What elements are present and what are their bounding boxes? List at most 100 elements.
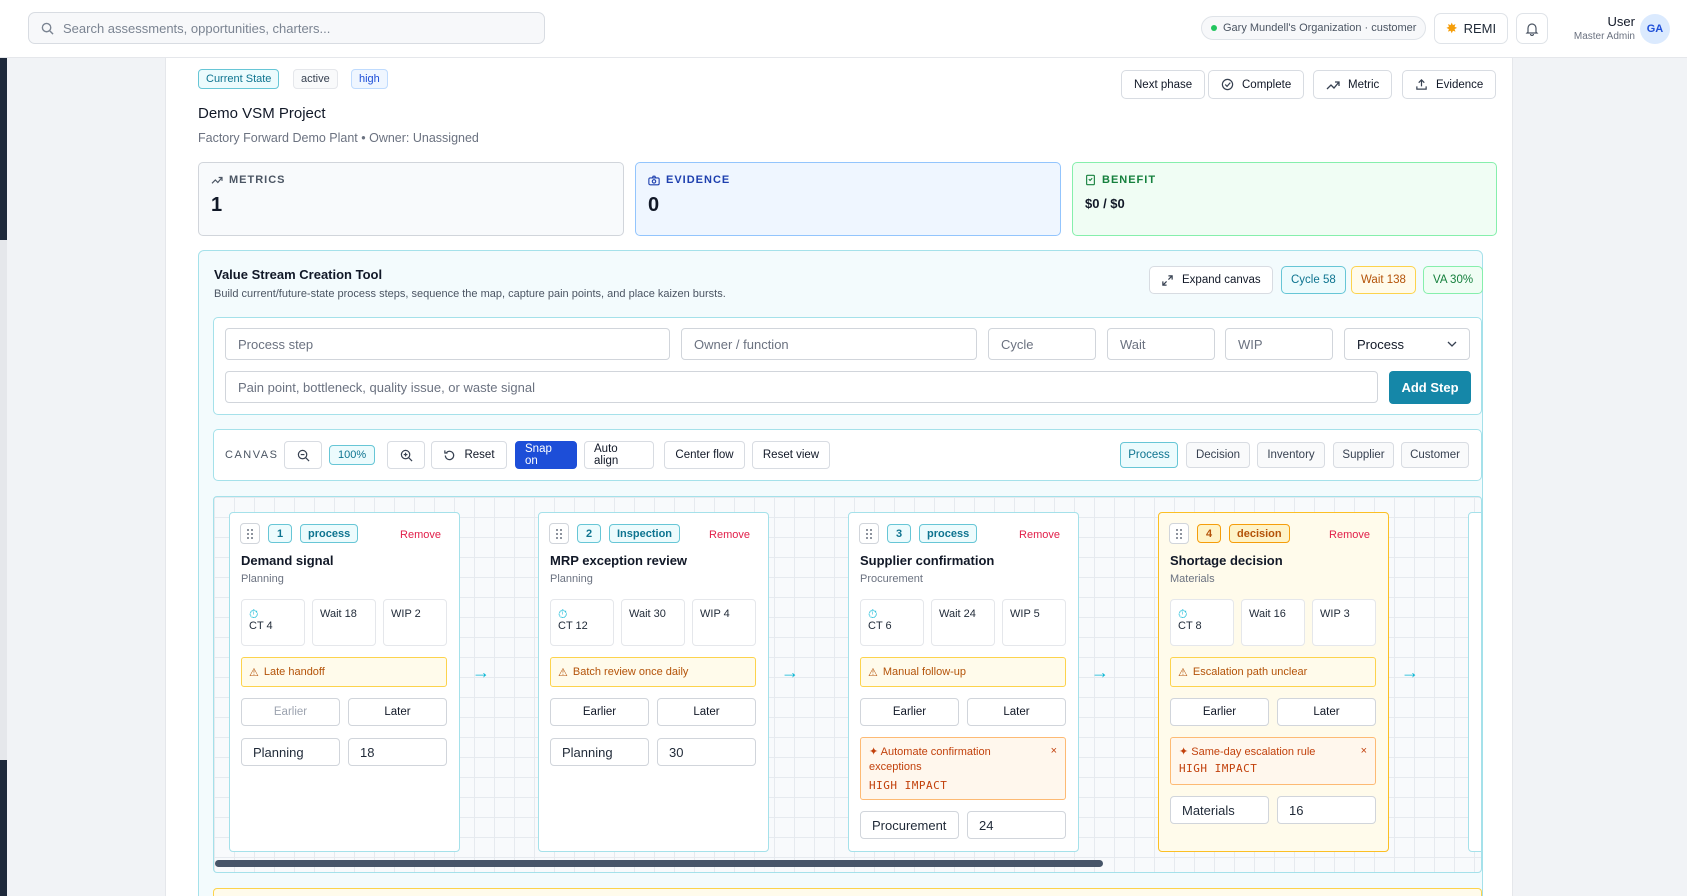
zoom-in-button[interactable] <box>387 441 425 469</box>
move-later-button[interactable]: Later <box>348 698 447 726</box>
process-step-card[interactable]: 3 process Remove Supplier confirmation P… <box>848 512 1079 852</box>
flow-arrow-icon: → <box>472 662 490 682</box>
owner-field[interactable]: Procurement <box>860 811 959 839</box>
avatar[interactable]: GA <box>1640 14 1670 44</box>
pain-point: ⚠ Late handoff <box>241 657 447 687</box>
move-earlier-button[interactable]: Earlier <box>1170 698 1269 726</box>
rotate-ccw-icon <box>444 449 455 460</box>
cycle-time-box: ⏱ CT 4 <box>241 599 305 646</box>
owner-field[interactable]: Planning <box>550 738 649 766</box>
add-step-button[interactable]: Add Step <box>1389 371 1471 404</box>
pain-point-input[interactable]: Pain point, bottleneck, quality issue, o… <box>225 371 1378 403</box>
zoom-out-button[interactable] <box>284 441 322 469</box>
complete-button[interactable]: Complete <box>1208 70 1305 99</box>
sparkle-icon: ✸ <box>1445 20 1458 36</box>
page-title: Demo VSM Project <box>198 105 326 122</box>
step-number: 1 <box>268 524 292 543</box>
type-inventory-button[interactable]: Inventory <box>1257 442 1325 468</box>
move-earlier-button[interactable]: Earlier <box>241 698 340 726</box>
horizontal-scrollbar[interactable] <box>215 860 1103 867</box>
auto-align-button[interactable]: Auto align <box>584 441 654 469</box>
reset-view-button[interactable]: Reset view <box>752 441 830 469</box>
search-input[interactable]: Search assessments, opportunities, chart… <box>28 12 545 44</box>
expand-canvas-button[interactable]: Expand canvas <box>1149 266 1273 294</box>
expand-icon <box>1162 274 1173 286</box>
wip-box: WIP 2 <box>383 599 447 646</box>
status-chip: active <box>293 69 338 89</box>
drag-handle-icon[interactable] <box>1169 523 1189 544</box>
process-step-card[interactable]: 1 process Remove Demand signal Planning … <box>229 512 460 852</box>
center-flow-button[interactable]: Center flow <box>664 441 745 469</box>
evidence-card[interactable]: EVIDENCE 0 <box>635 162 1061 236</box>
kaizen-text: ✦ Same-day escalation rule <box>1179 746 1316 758</box>
timer-icon: ⏱ <box>868 607 878 621</box>
wait-field[interactable]: 18 <box>348 738 447 766</box>
wait-field[interactable]: 30 <box>657 738 756 766</box>
benefit-card[interactable]: BENEFIT $0 / $0 <box>1072 162 1497 236</box>
cycle-time-value: CT 4 <box>249 620 273 632</box>
wait-field[interactable]: 16 <box>1277 796 1376 824</box>
type-supplier-button[interactable]: Supplier <box>1333 442 1394 468</box>
process-step-card[interactable]: 2 Inspection Remove MRP exception review… <box>538 512 769 852</box>
wip-box: WIP 4 <box>692 599 756 646</box>
wait-badge: Wait 138 <box>1351 266 1416 294</box>
reset-button[interactable]: Reset <box>431 441 507 469</box>
org-badge[interactable]: Gary Mundell's Organization · customer <box>1201 16 1427 40</box>
kaizen-burst[interactable]: × ✦ Same-day escalation rule HIGH IMPACT <box>1170 737 1376 785</box>
move-earlier-button[interactable]: Earlier <box>860 698 959 726</box>
remi-button[interactable]: ✸ REMI <box>1434 13 1508 44</box>
notifications-button[interactable] <box>1516 13 1548 44</box>
benefit-label: BENEFIT <box>1102 174 1157 186</box>
step-type-select[interactable]: Process <box>1344 328 1470 360</box>
timer-icon: ⏱ <box>558 607 568 621</box>
process-step-input[interactable]: Process step <box>225 328 670 360</box>
cycle-time-box: ⏱ CT 12 <box>550 599 614 646</box>
remove-button[interactable]: Remove <box>1019 529 1060 541</box>
evidence-button[interactable]: Evidence <box>1402 70 1497 99</box>
pain-point: ⚠ Manual follow-up <box>860 657 1066 687</box>
cycle-input[interactable]: Cycle <box>988 328 1096 360</box>
decision-step-card[interactable]: 4 decision Remove Shortage decision Mate… <box>1158 512 1389 852</box>
remove-button[interactable]: Remove <box>400 529 441 541</box>
step-number: 4 <box>1197 524 1221 543</box>
cycle-time-value: CT 8 <box>1178 620 1202 632</box>
remove-button[interactable]: Remove <box>709 529 750 541</box>
move-later-button[interactable]: Later <box>1277 698 1376 726</box>
step-type-badge: process <box>919 524 978 543</box>
wip-input[interactable]: WIP <box>1225 328 1333 360</box>
type-process-button[interactable]: Process <box>1120 442 1178 468</box>
metric-button[interactable]: Metric <box>1313 70 1393 99</box>
drag-handle-icon[interactable] <box>859 523 879 544</box>
process-step-card[interactable] <box>1468 512 1481 852</box>
owner-input[interactable]: Owner / function <box>681 328 977 360</box>
type-decision-button[interactable]: Decision <box>1186 442 1250 468</box>
owner-field[interactable]: Materials <box>1170 796 1269 824</box>
flow-canvas[interactable]: 1 process Remove Demand signal Planning … <box>213 496 1482 873</box>
remove-button[interactable]: Remove <box>1329 529 1370 541</box>
tool-title: Value Stream Creation Tool <box>214 267 383 282</box>
metrics-card[interactable]: METRICS 1 <box>198 162 624 236</box>
expand-canvas-label: Expand canvas <box>1182 274 1261 286</box>
kaizen-burst[interactable]: × ✦ Automate confirmation exceptions HIG… <box>860 737 1066 800</box>
drag-handle-icon[interactable] <box>549 523 569 544</box>
snap-toggle[interactable]: Snap on <box>515 441 577 469</box>
evidence-label: EVIDENCE <box>666 174 731 186</box>
move-later-button[interactable]: Later <box>657 698 756 726</box>
wait-box: Wait 16 <box>1241 599 1305 646</box>
user-info[interactable]: User Master Admin <box>1555 14 1635 42</box>
close-icon[interactable]: × <box>1051 745 1057 757</box>
wip-box: WIP 5 <box>1002 599 1066 646</box>
step-type-badge: Inspection <box>609 524 681 543</box>
kaizen-text: ✦ Automate confirmation exceptions <box>869 746 991 773</box>
close-icon[interactable]: × <box>1361 745 1367 757</box>
wait-input[interactable]: Wait <box>1107 328 1215 360</box>
type-customer-button[interactable]: Customer <box>1401 442 1469 468</box>
wait-field[interactable]: 24 <box>967 811 1066 839</box>
move-later-button[interactable]: Later <box>967 698 1066 726</box>
camera-icon <box>648 175 660 185</box>
org-label: Gary Mundell's Organization · customer <box>1223 22 1417 34</box>
drag-handle-icon[interactable] <box>240 523 260 544</box>
owner-field[interactable]: Planning <box>241 738 340 766</box>
next-phase-button[interactable]: Next phase <box>1121 70 1206 99</box>
move-earlier-button[interactable]: Earlier <box>550 698 649 726</box>
